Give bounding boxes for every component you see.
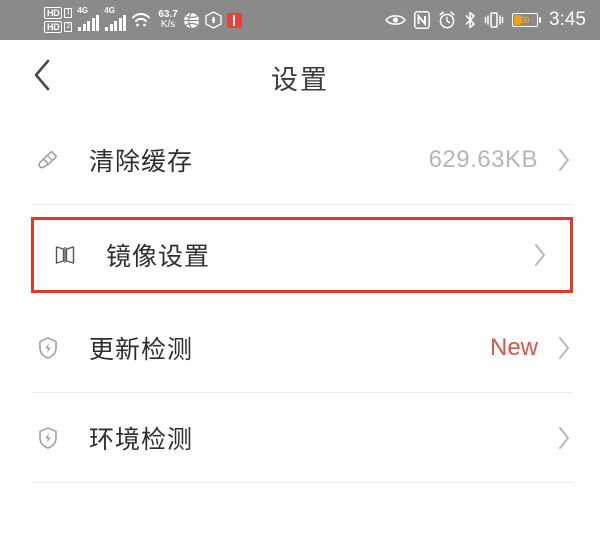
chevron-right-icon: [532, 242, 548, 268]
signal-bars-icon-sim2: [105, 14, 127, 31]
cache-size-value: 629.63KB: [428, 146, 538, 173]
chevron-left-icon: [31, 58, 53, 97]
settings-row-label: 更新检测: [89, 336, 194, 364]
settings-row-update-check[interactable]: 更新检测 New: [0, 303, 600, 393]
hexagon-shield-icon: [205, 11, 222, 29]
network-speed-indicator: 63.7 K/s: [158, 10, 177, 30]
settings-row-label: 镜像设置: [106, 243, 211, 271]
alarm-clock-icon: [438, 11, 456, 29]
network-type-label-sim1: 4G: [77, 5, 88, 15]
chevron-right-icon: [556, 335, 572, 361]
network-speed-unit: K/s: [160, 19, 176, 30]
volte-hd-badge-sim1: HD 1: [44, 7, 73, 19]
mirror-icon: [48, 238, 82, 272]
globe-icon: [183, 12, 200, 29]
sim1-indicator-icon: 1: [64, 8, 73, 18]
row-divider: [31, 204, 573, 205]
chevron-right-icon: [556, 147, 572, 173]
settings-row-label: 清除缓存: [89, 148, 194, 176]
battery-tip: [539, 17, 542, 23]
settings-row-environment-check[interactable]: 环境检测: [0, 393, 600, 483]
vibrate-icon: [484, 11, 504, 29]
row-divider: [31, 482, 573, 483]
settings-row-label: 环境检测: [89, 426, 194, 454]
nfc-icon: [413, 11, 430, 29]
back-button[interactable]: [22, 58, 62, 98]
volte-hd-badge-sim2: HD 2: [44, 21, 73, 33]
signal-group-sim1: 4G: [77, 5, 100, 31]
network-type-label-sim2: 4G: [104, 5, 115, 15]
hd-label-sim1: HD: [44, 7, 63, 19]
new-badge: New: [489, 334, 538, 361]
app-title-bar: 设置: [0, 40, 600, 115]
status-bar: HD 1 HD 2 4G 4G 63.7 K/s 20 3:45: [0, 0, 600, 40]
signal-group-sim2: 4G: [104, 5, 127, 31]
hd-label-sim2: HD: [44, 21, 63, 33]
settings-list: 清除缓存 629.63KB 镜像设置 更新检测 New 环境检测: [0, 115, 600, 483]
eye-icon: [384, 13, 406, 27]
settings-row-mirror-settings[interactable]: 镜像设置: [31, 217, 573, 293]
chevron-right-icon: [556, 425, 572, 451]
status-bar-clock: 3:45: [549, 9, 586, 30]
settings-row-clear-cache[interactable]: 清除缓存 629.63KB: [0, 115, 600, 205]
signal-bars-icon-sim1: [78, 14, 100, 31]
shield-bolt-icon: [31, 421, 65, 455]
red-app-icon: [226, 12, 242, 28]
battery-body: 20: [511, 13, 538, 27]
battery-indicator: 20: [511, 13, 542, 27]
sim2-indicator-icon: 2: [64, 22, 73, 32]
volte-hd-stack: HD 1 HD 2: [44, 7, 73, 33]
status-bar-right-group: 20 3:45: [384, 9, 586, 31]
status-bar-left-group: HD 1 HD 2 4G 4G 63.7 K/s: [44, 5, 242, 33]
broom-icon: [31, 143, 65, 177]
page-title: 设置: [271, 65, 329, 95]
shield-bolt-icon: [31, 331, 65, 365]
bluetooth-icon: [464, 11, 476, 29]
wifi-icon: [131, 12, 151, 28]
battery-percent-label: 20: [520, 15, 530, 25]
